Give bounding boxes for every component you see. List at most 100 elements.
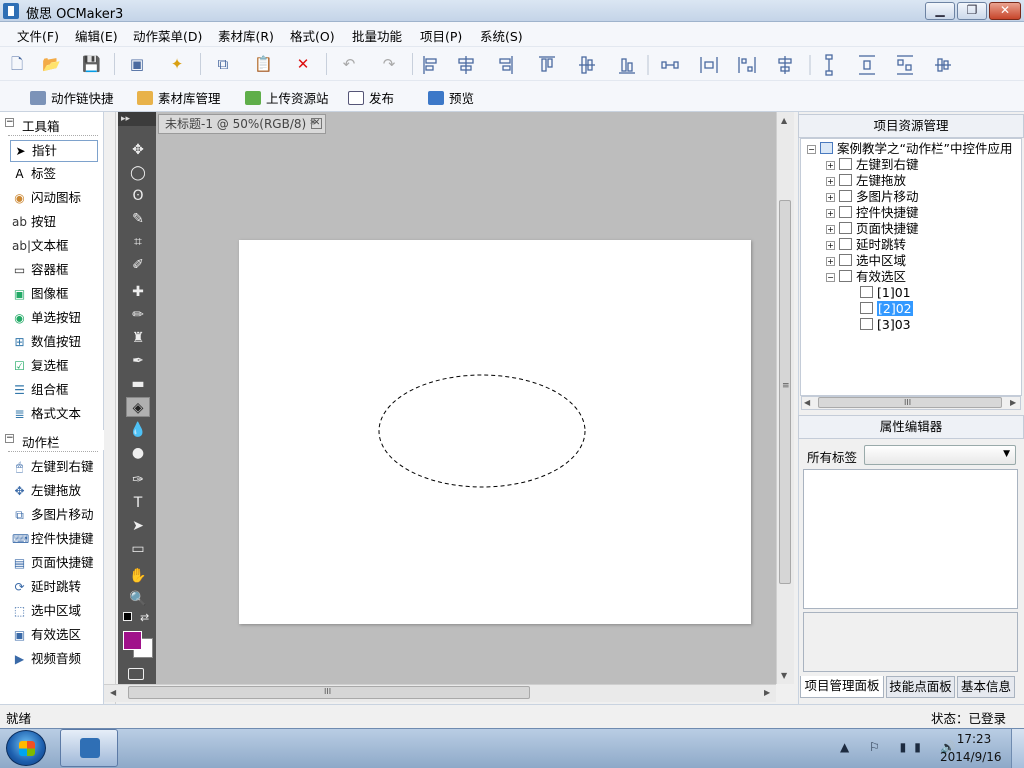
image-tool-5[interactable]: ✐: [126, 255, 150, 275]
minimize-button[interactable]: ▁: [925, 2, 955, 20]
toolbox-item-10[interactable]: ☰ 组合框: [10, 380, 98, 402]
action-item-6[interactable]: ⬚ 选中区域: [10, 601, 98, 623]
expand-icon[interactable]: +: [826, 209, 835, 218]
project-tree[interactable]: − 案例教学之“动作栏”中控件应用 + 左键到右键 + 左键拖放 + 多图片移动 + 控件快捷键…: [800, 138, 1022, 396]
expand-icon[interactable]: +: [826, 193, 835, 202]
toolbox-item-3[interactable]: ab 按钮: [10, 212, 98, 234]
page-icon[interactable]: ▣: [128, 55, 146, 73]
tree-child-0[interactable]: [1]01: [860, 285, 911, 301]
image-tool-3[interactable]: ✎: [126, 209, 150, 229]
tree-node-2[interactable]: + 多图片移动: [826, 189, 919, 205]
tree-child-1[interactable]: [2]02: [860, 301, 913, 317]
collapse-icon[interactable]: −: [826, 273, 835, 282]
action-item-4[interactable]: ▤ 页面快捷键: [10, 553, 98, 575]
scroll-right-arrow-icon[interactable]: ▶: [1010, 398, 1016, 407]
image-tool-7[interactable]: ✏: [126, 305, 150, 325]
image-tool-18[interactable]: ✋: [126, 566, 150, 586]
menu-project[interactable]: 项目(P): [420, 26, 462, 45]
toolbox-item-11[interactable]: ≣ 格式文本: [10, 404, 98, 426]
paste-icon[interactable]: 📋: [254, 55, 273, 73]
image-tool-0[interactable]: ✥: [126, 140, 150, 160]
menu-edit[interactable]: 编辑(E): [75, 26, 118, 45]
start-button[interactable]: [6, 730, 46, 766]
action-item-5[interactable]: ⟳ 延时跳转: [10, 577, 98, 599]
expand-icon[interactable]: +: [826, 241, 835, 250]
material-manage-button[interactable]: 素材库管理: [137, 88, 221, 107]
close-tab-icon[interactable]: ✕: [311, 118, 322, 129]
image-tool-8[interactable]: ♜: [126, 328, 150, 348]
image-tool-6[interactable]: ✚: [126, 282, 150, 302]
clock-time[interactable]: 17:23: [954, 732, 994, 746]
toolbox-item-0[interactable]: ➤ 指针: [10, 140, 98, 162]
toolbox-item-7[interactable]: ◉ 单选按钮: [10, 308, 98, 330]
tree-node-6[interactable]: + 选中区域: [826, 253, 906, 269]
toolbox-item-4[interactable]: ab| 文本框: [10, 236, 98, 258]
image-tool-2[interactable]: ʘ: [126, 186, 150, 206]
toolbox-item-9[interactable]: ☑ 复选框: [10, 356, 98, 378]
image-tool-4[interactable]: ⌗: [126, 232, 150, 252]
menu-material[interactable]: 素材库(R): [218, 26, 274, 45]
tree-node-0[interactable]: + 左键到右键: [826, 157, 919, 173]
toolbox-item-6[interactable]: ▣ 图像框: [10, 284, 98, 306]
tree-child-2[interactable]: [3]03: [860, 317, 911, 333]
expand-icon[interactable]: +: [826, 177, 835, 186]
actionbar-header[interactable]: − 动作栏: [0, 430, 104, 450]
scroll-up-arrow-icon[interactable]: ▲: [781, 116, 787, 125]
property-filter-select[interactable]: ▼: [864, 445, 1016, 465]
canvas[interactable]: [239, 240, 751, 624]
image-tool-1[interactable]: ◯: [126, 163, 150, 183]
scroll-left-arrow-icon[interactable]: ◀: [110, 688, 116, 697]
image-tool-14[interactable]: ✑: [126, 470, 150, 490]
image-tool-15[interactable]: T: [126, 493, 150, 513]
property-grid[interactable]: [803, 469, 1018, 609]
tree-root[interactable]: − 案例教学之“动作栏”中控件应用: [807, 141, 1012, 157]
tree-horizontal-thumb[interactable]: III: [818, 397, 1002, 408]
expand-icon[interactable]: +: [826, 257, 835, 266]
action-item-7[interactable]: ▣ 有效选区: [10, 625, 98, 647]
canvas-horizontal-thumb[interactable]: III: [128, 686, 530, 699]
tab-project-panel[interactable]: 项目管理面板: [800, 676, 884, 698]
close-button[interactable]: ✕: [989, 2, 1021, 20]
tree-node-5[interactable]: + 延时跳转: [826, 237, 906, 253]
quick-mask-icon[interactable]: [128, 668, 144, 680]
toolbox-header[interactable]: − 工具箱: [0, 114, 104, 134]
toolbox-item-2[interactable]: ◉ 闪动图标: [10, 188, 98, 210]
default-colors-icon[interactable]: [123, 612, 132, 621]
copy-icon[interactable]: ⧉: [214, 55, 232, 73]
image-tool-11[interactable]: ◈: [126, 397, 150, 417]
menu-system[interactable]: 系统(S): [480, 26, 523, 45]
delete-icon[interactable]: ✕: [294, 55, 312, 73]
image-tool-9[interactable]: ✒: [126, 351, 150, 371]
image-tool-19[interactable]: 🔍: [126, 589, 150, 609]
show-desktop-button[interactable]: [1011, 729, 1024, 768]
upload-button[interactable]: 上传资源站: [245, 88, 329, 107]
new-file-icon[interactable]: 🗋: [8, 55, 26, 73]
expand-icon[interactable]: +: [826, 161, 835, 170]
image-tool-10[interactable]: ▬: [126, 374, 150, 394]
tab-basic-info[interactable]: 基本信息: [957, 676, 1015, 698]
action-item-3[interactable]: ⌨ 控件快捷键: [10, 529, 98, 551]
tab-skill-panel[interactable]: 技能点面板: [886, 676, 955, 698]
open-folder-icon[interactable]: 📂: [42, 55, 61, 73]
menu-file[interactable]: 文件(F): [17, 26, 59, 45]
restore-button[interactable]: ❐: [957, 2, 987, 20]
toolbox-item-5[interactable]: ▭ 容器框: [10, 260, 98, 282]
save-icon[interactable]: 💾: [82, 55, 101, 73]
action-item-0[interactable]: 🖱 左键到右键: [10, 457, 98, 479]
undo-icon[interactable]: ↶: [340, 55, 358, 73]
toolbox-item-8[interactable]: ⊞ 数值按钮: [10, 332, 98, 354]
scroll-right-arrow-icon[interactable]: ▶: [764, 688, 770, 697]
action-item-2[interactable]: ⧉ 多图片移动: [10, 505, 98, 527]
redo-icon[interactable]: ↷: [380, 55, 398, 73]
preview-button[interactable]: 预览: [428, 88, 474, 107]
scroll-left-arrow-icon[interactable]: ◀: [804, 398, 810, 407]
publish-button[interactable]: 发布: [348, 88, 394, 107]
tool-strip-expand[interactable]: ▸▸: [118, 112, 156, 126]
foreground-color-swatch[interactable]: [123, 631, 142, 650]
tree-node-3[interactable]: + 控件快捷键: [826, 205, 919, 221]
image-tool-12[interactable]: 💧: [126, 420, 150, 440]
swap-colors-icon[interactable]: ⇄: [140, 611, 149, 624]
scroll-down-arrow-icon[interactable]: ▼: [781, 671, 787, 680]
action-item-8[interactable]: ▶ 视频音频: [10, 649, 98, 671]
splitter[interactable]: [104, 112, 116, 704]
